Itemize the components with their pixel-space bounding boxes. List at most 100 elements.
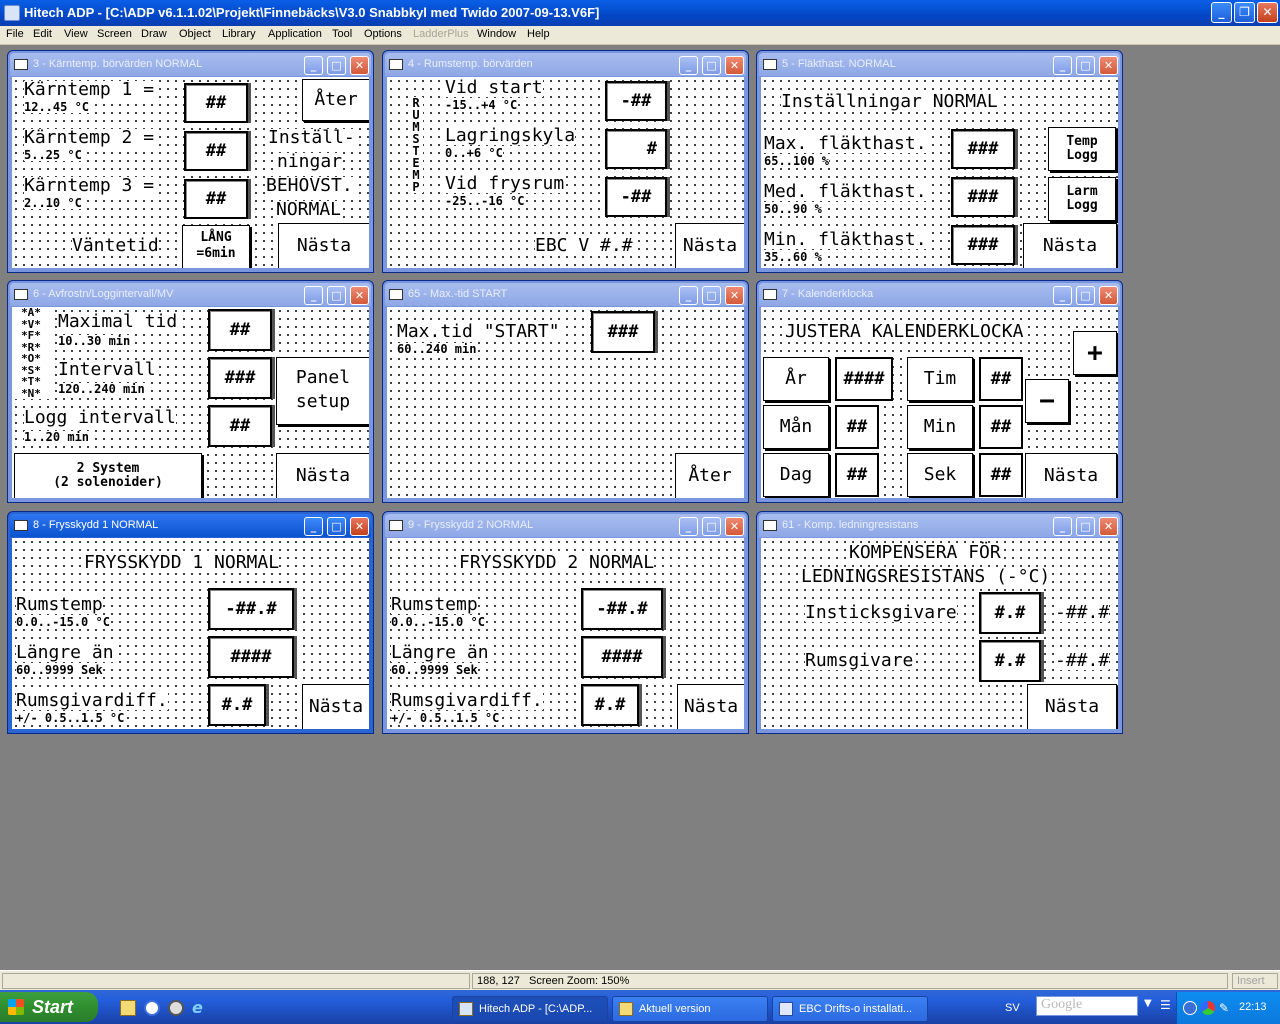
panel-window-3[interactable]: 3 - Kärntemp. börvärden NORMAL _ □ ✕ Kär… [7,50,374,273]
close-icon[interactable]: ✕ [1099,56,1118,75]
next-button[interactable]: Nästa [675,223,744,268]
minimize-icon[interactable]: _ [304,517,323,536]
insticksgivare-field[interactable]: #.# [979,592,1041,634]
month-field[interactable]: ## [835,405,879,449]
wait-time-button[interactable]: LÅNG =6min [182,225,250,268]
minimize-icon[interactable]: _ [304,56,323,75]
second-button[interactable]: Sek [907,453,973,497]
year-field[interactable]: #### [835,357,893,401]
maximize-icon[interactable]: □ [1076,286,1095,305]
close-icon[interactable]: ✕ [725,56,744,75]
panel-6-caption[interactable]: 6 - Avfrostn/Loggintervall/MV _ □ ✕ [10,283,371,306]
taskbar-item-ebc-drifts[interactable]: EBC Drifts-o installati... [772,996,928,1022]
quicklaunch-browser-icon[interactable] [144,1000,160,1016]
day-button[interactable]: Dag [763,453,829,497]
close-icon[interactable]: ✕ [350,286,369,305]
panel-65-caption[interactable]: 65 - Max.-tid START _ □ ✕ [385,283,746,306]
close-icon[interactable]: ✕ [1099,517,1118,536]
start-button[interactable]: Start [0,992,98,1022]
restore-icon[interactable]: ❐ [1234,2,1255,23]
quicklaunch-folder-icon[interactable] [120,1000,136,1016]
panel-window-65[interactable]: 65 - Max.-tid START _ □ ✕ Max.tid "START… [382,280,749,503]
panel-window-4[interactable]: 4 - Rumstemp. börvärden _ □ ✕ R U M S T … [382,50,749,273]
minute-field[interactable]: ## [979,405,1023,449]
menu-application[interactable]: Application [268,28,322,40]
rumsgivare-field[interactable]: #.# [979,640,1041,682]
menu-window[interactable]: Window [477,28,516,40]
tray-network-icon[interactable]: ✎ [1219,1001,1233,1015]
panel-window-9[interactable]: 9 - Frysskydd 2 NORMAL _ □ ✕ FRYSSKYDD 2… [382,511,749,734]
minus-button[interactable]: − [1025,379,1069,423]
intervall-field[interactable]: ### [208,357,272,399]
next-button[interactable]: Nästa [1023,223,1117,268]
menu-draw[interactable]: Draw [141,28,167,40]
day-field[interactable]: ## [835,453,879,497]
search-dropdown-icon[interactable]: ▼ [1144,998,1152,1009]
minimize-icon[interactable]: _ [679,56,698,75]
panel-9-caption[interactable]: 9 - Frysskydd 2 NORMAL _ □ ✕ [385,514,746,537]
close-icon[interactable]: ✕ [725,286,744,305]
maximize-icon[interactable]: □ [1076,517,1095,536]
tray-app-icon[interactable] [1201,1001,1215,1015]
minute-button[interactable]: Min [907,405,973,449]
rumsgivardiff-field[interactable]: #.# [208,684,266,726]
panel-window-61[interactable]: 61 - Komp. ledningresistans _ □ ✕ KOMPEN… [756,511,1123,734]
menu-file[interactable]: File [6,28,24,40]
panel-window-7[interactable]: 7 - Kalenderklocka _ □ ✕ JUSTERA KALENDE… [756,280,1123,503]
next-button[interactable]: Nästa [1027,684,1117,729]
next-button[interactable]: Nästa [1025,453,1117,498]
hour-button[interactable]: Tim [907,357,973,401]
langre-an-field[interactable]: #### [208,636,294,678]
tray-back-icon[interactable] [1183,1001,1197,1015]
temp-logg-button[interactable]: Temp Logg [1048,127,1116,171]
system-button[interactable]: 2 System (2 solenoider) [14,453,202,498]
menu-object[interactable]: Object [179,28,211,40]
panel-window-8[interactable]: 8 - Frysskydd 1 NORMAL _ □ ✕ FRYSSKYDD 1… [7,511,374,734]
close-icon[interactable]: ✕ [350,517,369,536]
quicklaunch-ie-icon[interactable]: e [192,1000,208,1016]
maximize-icon[interactable]: □ [327,517,346,536]
min-flakthast-field[interactable]: ### [951,225,1015,265]
panel-5-caption[interactable]: 5 - Fläkthast. NORMAL _ □ ✕ [759,53,1120,76]
close-icon[interactable]: ✕ [350,56,369,75]
language-indicator[interactable]: SV [1005,1002,1020,1014]
minimize-icon[interactable]: _ [679,517,698,536]
rumstemp-field[interactable]: -##.# [581,588,663,630]
next-button[interactable]: Nästa [302,684,369,729]
rumstemp-field[interactable]: -##.# [208,588,294,630]
quicklaunch-media-icon[interactable] [168,1000,184,1016]
rumsgivardiff-field[interactable]: #.# [581,684,639,726]
panel-3-caption[interactable]: 3 - Kärntemp. börvärden NORMAL _ □ ✕ [10,53,371,76]
maximize-icon[interactable]: □ [327,56,346,75]
panel-4-caption[interactable]: 4 - Rumstemp. börvärden _ □ ✕ [385,53,746,76]
next-button[interactable]: Nästa [278,223,369,268]
vid-frysrum-field[interactable]: -## [605,177,667,217]
menu-options[interactable]: Options [364,28,402,40]
panel-setup-button[interactable]: Panel setup [276,357,369,425]
vid-start-field[interactable]: -## [605,81,667,121]
logg-intervall-field[interactable]: ## [208,405,272,447]
menu-tool[interactable]: Tool [332,28,352,40]
search-input[interactable]: Google [1036,996,1138,1016]
panel-7-caption[interactable]: 7 - Kalenderklocka _ □ ✕ [759,283,1120,306]
minimize-icon[interactable]: _ [304,286,323,305]
maximize-icon[interactable]: □ [702,517,721,536]
minimize-icon[interactable]: _ [1053,56,1072,75]
hour-field[interactable]: ## [979,357,1023,401]
max-flakthast-field[interactable]: ### [951,129,1015,169]
close-icon[interactable]: ✕ [1099,286,1118,305]
search-options-icon[interactable]: ☰ [1160,998,1171,1012]
maximize-icon[interactable]: □ [702,286,721,305]
lagringskyla-field[interactable]: # [605,129,667,169]
max-tid-start-field[interactable]: ### [591,311,655,353]
panel-window-5[interactable]: 5 - Fläkthast. NORMAL _ □ ✕ Inställninga… [756,50,1123,273]
karntemp-2-field[interactable]: ## [184,131,248,171]
close-icon[interactable]: ✕ [1257,2,1278,23]
menu-help[interactable]: Help [527,28,550,40]
maximal-tid-field[interactable]: ## [208,309,272,351]
larm-logg-button[interactable]: Larm Logg [1048,177,1116,221]
taskbar-item-hitech-adp[interactable]: Hitech ADP - [C:\ADP... [452,996,608,1022]
taskbar-item-aktuell-version[interactable]: Aktuell version [612,996,768,1022]
maximize-icon[interactable]: □ [327,286,346,305]
next-button[interactable]: Nästa [677,684,744,729]
